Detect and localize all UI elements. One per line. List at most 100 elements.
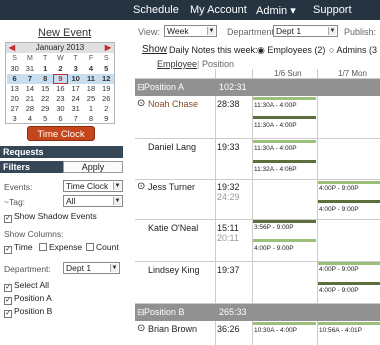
chevron-down-icon: ▼ <box>113 197 121 205</box>
calendar-day[interactable]: 6 <box>53 114 68 124</box>
calendar-day[interactable]: 18 <box>83 84 98 94</box>
employee-row[interactable]: Lindsey King 19:37 4:00P - 9:00P 4:00P -… <box>135 262 380 304</box>
calendar-day[interactable]: 8 <box>83 114 98 124</box>
employee-name[interactable]: Jess Turner <box>148 182 195 192</box>
employee-name[interactable]: Daniel Lang <box>148 142 196 152</box>
calendar-day-today[interactable]: 9 <box>52 74 69 84</box>
shift-label[interactable]: 10:56A - 4:01P <box>318 326 380 336</box>
column-time-checkbox[interactable]: ✓ Time <box>4 242 33 254</box>
calendar-day[interactable]: 25 <box>83 94 98 104</box>
shift-label[interactable]: 4:00P - 9:00P <box>253 244 316 254</box>
shift-label[interactable]: 3:56P - 9:00P <box>253 223 316 233</box>
shift-label[interactable]: 4:00P - 9:00P <box>318 205 380 215</box>
tag-select[interactable]: All ▼ <box>63 195 123 207</box>
employee-row[interactable]: Katie O'Neal 15:11 20:11 3:56P - 9:00P 4… <box>135 220 380 262</box>
divider <box>317 96 318 138</box>
column-count-checkbox[interactable]: Count <box>86 242 119 252</box>
shift-label[interactable]: 10:30A - 4:00P <box>253 326 316 336</box>
shift-label[interactable]: 11:30A - 4:00P <box>253 121 316 131</box>
calendar-day[interactable]: 31 <box>22 64 37 74</box>
calendar-day[interactable]: 26 <box>99 94 114 104</box>
employee-name[interactable]: Katie O'Neal <box>148 223 198 233</box>
position-b-checkbox[interactable]: ✓ Position B <box>4 306 52 318</box>
calendar-day[interactable]: 6 <box>7 74 23 84</box>
position-hours: 265:33 <box>219 307 247 317</box>
calendar-day[interactable]: 19 <box>99 84 114 94</box>
calendar-day[interactable]: 29 <box>38 104 53 114</box>
new-event-link[interactable]: New Event <box>38 27 91 39</box>
filters-section: Filters Apply <box>0 161 123 173</box>
calendar-day[interactable]: 5 <box>99 64 114 74</box>
shift-label[interactable]: 11:30A - 4:00P <box>253 101 316 111</box>
employee-name[interactable]: Lindsey King <box>148 265 200 275</box>
employee-name[interactable]: Brian Brown <box>148 324 197 334</box>
calendar-next-icon[interactable]: ▶ <box>104 43 112 53</box>
nav-my-account[interactable]: My Account <box>190 4 247 16</box>
calendar-day[interactable]: 30 <box>53 104 68 114</box>
calendar-day[interactable]: 7 <box>22 74 38 84</box>
shift-label[interactable]: 4:00P - 9:00P <box>318 286 380 296</box>
tab-employee[interactable]: Employee <box>157 59 197 69</box>
calendar-day[interactable]: 1 <box>38 64 53 74</box>
nav-admin[interactable]: Admin ▾ <box>256 4 296 17</box>
shift-label[interactable]: 11:32A - 4:06P <box>253 165 316 175</box>
calendar-day[interactable]: 15 <box>38 84 53 94</box>
tab-position[interactable]: Position <box>202 59 234 69</box>
calendar-day[interactable]: 31 <box>68 104 83 114</box>
calendar-day[interactable]: 10 <box>68 74 84 84</box>
nav-support[interactable]: Support <box>313 4 352 16</box>
select-all-checkbox[interactable]: ✓ Select All <box>4 280 49 292</box>
shift-label[interactable]: 4:00P - 9:00P <box>318 184 380 194</box>
apply-button[interactable]: Apply <box>63 161 123 173</box>
calendar-day[interactable]: 22 <box>38 94 53 104</box>
calendar-day[interactable]: 23 <box>53 94 68 104</box>
calendar-day[interactable]: 3 <box>7 114 22 124</box>
show-notes-link[interactable]: Show <box>142 44 167 55</box>
calendar-day[interactable]: 1 <box>83 104 98 114</box>
calendar-day[interactable]: 9 <box>99 114 114 124</box>
admins-radio[interactable]: ○ Admins (3 <box>329 45 377 55</box>
view-select[interactable]: Week ▼ <box>164 25 217 37</box>
position-a-label: Position A <box>14 293 52 303</box>
calendar-day[interactable]: 30 <box>7 64 22 74</box>
employee-name[interactable]: Noah Chase <box>148 99 198 109</box>
column-expense-checkbox[interactable]: Expense <box>39 242 82 252</box>
calendar-day[interactable]: 8 <box>37 74 53 84</box>
nav-schedule[interactable]: Schedule <box>133 4 179 16</box>
employee-row[interactable]: ⊙ Brian Brown 36:26 10:30A - 4:00P 10:56… <box>135 321 380 345</box>
calendar-prev-icon[interactable]: ◀ <box>8 43 16 53</box>
calendar-day[interactable]: 2 <box>99 104 114 114</box>
shift-bar <box>318 282 380 285</box>
employees-radio[interactable]: ◉ Employees (2) <box>257 45 325 56</box>
calendar-day[interactable]: 4 <box>22 114 37 124</box>
calendar-day[interactable]: 14 <box>22 84 37 94</box>
employee-row[interactable]: ⊙ Jess Turner 19:32 24:29 4:00P - 9:00P … <box>135 180 380 220</box>
calendar-day[interactable]: 11 <box>83 74 99 84</box>
calendar-day[interactable]: 7 <box>68 114 83 124</box>
shift-label[interactable]: 4:00P - 9:00P <box>318 265 380 275</box>
calendar-day[interactable]: 12 <box>98 74 114 84</box>
calendar-day[interactable]: 24 <box>68 94 83 104</box>
calendar-day[interactable]: 16 <box>53 84 68 94</box>
time-clock-button[interactable]: Time Clock <box>27 126 95 141</box>
calendar-day[interactable]: 21 <box>22 94 37 104</box>
calendar-day[interactable]: 28 <box>22 104 37 114</box>
calendar-day[interactable]: 20 <box>7 94 22 104</box>
calendar-day[interactable]: 3 <box>68 64 83 74</box>
tag-label: ~Tag: <box>4 197 26 207</box>
calendar-day[interactable]: 27 <box>7 104 22 114</box>
position-a-checkbox[interactable]: ✓ Position A <box>4 293 52 305</box>
show-shadow-events-checkbox[interactable]: ✓ Show Shadow Events <box>4 211 97 223</box>
department-select[interactable]: Dept 1 ▼ <box>273 25 338 37</box>
calendar-day[interactable]: 13 <box>7 84 22 94</box>
calendar-day[interactable]: 2 <box>53 64 68 74</box>
employee-row[interactable]: ⊙ Noah Chase 28:38 11:30A - 4:00P 11:30A… <box>135 96 380 139</box>
shift-label[interactable]: 11:30A - 4:00P <box>253 144 316 154</box>
calendar-day[interactable]: 4 <box>83 64 98 74</box>
department-filter-select[interactable]: Dept 1 ▼ <box>63 262 120 274</box>
employee-row[interactable]: Daniel Lang 19:33 11:30A - 4:00P 11:32A … <box>135 139 380 180</box>
events-select[interactable]: Time Clock ▼ <box>63 180 123 192</box>
calendar-day[interactable]: 17 <box>68 84 83 94</box>
calendar-day[interactable]: 5 <box>38 114 53 124</box>
requests-section[interactable]: Requests <box>0 146 123 158</box>
